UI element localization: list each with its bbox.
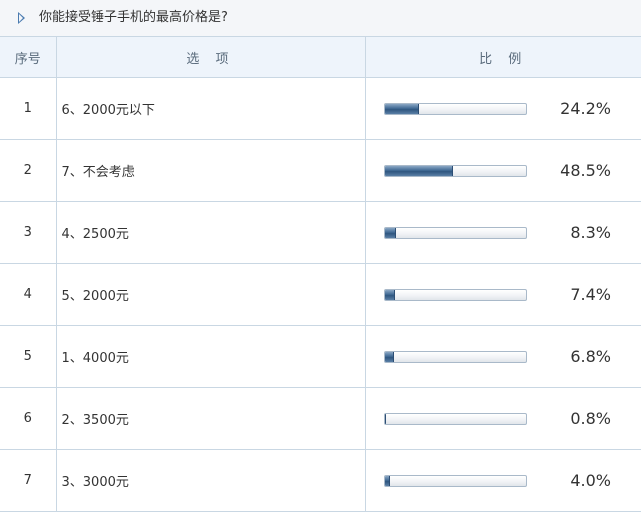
header-index: 序号 xyxy=(0,37,57,78)
percent-label: 4.0% xyxy=(570,470,611,490)
row-index: 4 xyxy=(0,263,57,326)
header-option: 选 项 xyxy=(56,37,366,78)
table-header-row: 序号 选 项 比 例 xyxy=(0,37,641,78)
progress-fill xyxy=(384,289,395,300)
row-ratio: 8.3% xyxy=(365,201,641,264)
table-row: 2 7、不会考虑 48.5% xyxy=(0,139,641,202)
progress-fill xyxy=(384,475,391,486)
survey-results-panel: 你能接受锤子手机的最高价格是? 序号 选 项 比 例 1 6、2000元以下 2… xyxy=(0,0,641,512)
progress-bar xyxy=(383,288,527,301)
row-option: 1、4000元 xyxy=(56,325,366,388)
header-ratio: 比 例 xyxy=(365,37,641,78)
progress-bar xyxy=(383,350,527,363)
table-row: 5 1、4000元 6.8% xyxy=(0,325,641,388)
row-ratio: 48.5% xyxy=(365,139,641,202)
row-index: 1 xyxy=(0,77,57,140)
progress-fill xyxy=(384,351,395,362)
progress-fill xyxy=(384,227,397,238)
row-option: 5、2000元 xyxy=(56,263,366,326)
percent-label: 7.4% xyxy=(570,284,611,304)
row-option: 4、2500元 xyxy=(56,201,366,264)
progress-bar xyxy=(383,164,527,177)
table-row: 3 4、2500元 8.3% xyxy=(0,201,641,264)
progress-fill xyxy=(384,103,419,114)
table-row: 4 5、2000元 7.4% xyxy=(0,263,641,326)
row-ratio: 7.4% xyxy=(365,263,641,326)
row-option: 2、3500元 xyxy=(56,387,366,450)
row-option: 7、不会考虑 xyxy=(56,139,366,202)
percent-label: 48.5% xyxy=(560,160,611,180)
progress-bar xyxy=(383,102,527,115)
row-option: 3、3000元 xyxy=(56,449,366,512)
question-header[interactable]: 你能接受锤子手机的最高价格是? xyxy=(0,0,641,37)
results-table: 序号 选 项 比 例 1 6、2000元以下 24.2% 2 7、不会考虑 48… xyxy=(0,37,641,512)
row-ratio: 4.0% xyxy=(365,449,641,512)
row-index: 2 xyxy=(0,139,57,202)
table-row: 1 6、2000元以下 24.2% xyxy=(0,77,641,140)
percent-label: 0.8% xyxy=(570,408,611,428)
row-index: 3 xyxy=(0,201,57,264)
progress-bar xyxy=(383,474,527,487)
percent-label: 24.2% xyxy=(560,98,611,118)
progress-bar xyxy=(383,226,527,239)
percent-label: 6.8% xyxy=(570,346,611,366)
table-row: 7 3、3000元 4.0% xyxy=(0,449,641,512)
row-ratio: 24.2% xyxy=(365,77,641,140)
expand-arrow-icon[interactable] xyxy=(18,12,25,24)
row-index: 7 xyxy=(0,449,57,512)
row-index: 6 xyxy=(0,387,57,450)
table-row: 6 2、3500元 0.8% xyxy=(0,387,641,450)
progress-fill xyxy=(384,165,453,176)
row-index: 5 xyxy=(0,325,57,388)
percent-label: 8.3% xyxy=(570,222,611,242)
row-option: 6、2000元以下 xyxy=(56,77,366,140)
row-ratio: 0.8% xyxy=(365,387,641,450)
question-title: 你能接受锤子手机的最高价格是? xyxy=(39,10,228,25)
row-ratio: 6.8% xyxy=(365,325,641,388)
progress-bar xyxy=(383,412,527,425)
progress-fill xyxy=(384,413,386,424)
